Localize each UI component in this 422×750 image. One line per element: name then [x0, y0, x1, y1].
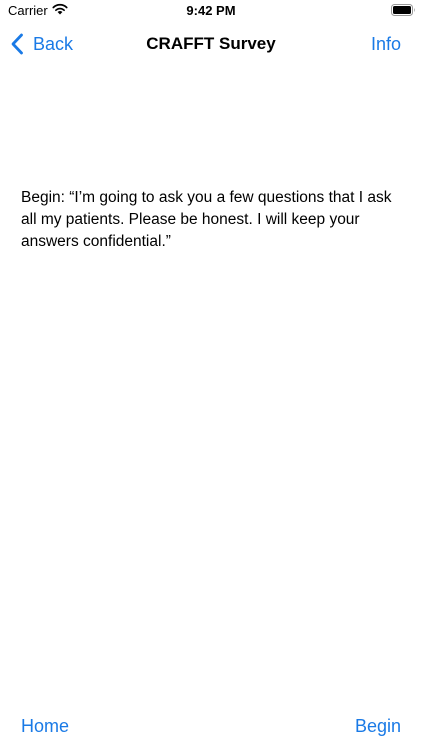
back-button-label: Back — [33, 33, 74, 54]
info-button[interactable]: Info — [371, 22, 401, 66]
home-button[interactable]: Home — [21, 716, 69, 737]
navigation-bar: Back CRAFFT Survey Info — [0, 22, 422, 66]
status-bar: Carrier 9:42 PM — [0, 0, 422, 22]
back-button[interactable]: Back — [10, 22, 73, 66]
begin-button[interactable]: Begin — [355, 716, 401, 737]
bottom-toolbar: Home Begin — [0, 708, 422, 748]
battery-icon — [391, 4, 415, 16]
survey-intro-text: Begin: “I’m going to ask you a few quest… — [21, 189, 392, 250]
clock: 9:42 PM — [186, 3, 236, 18]
chevron-left-icon — [11, 33, 23, 55]
